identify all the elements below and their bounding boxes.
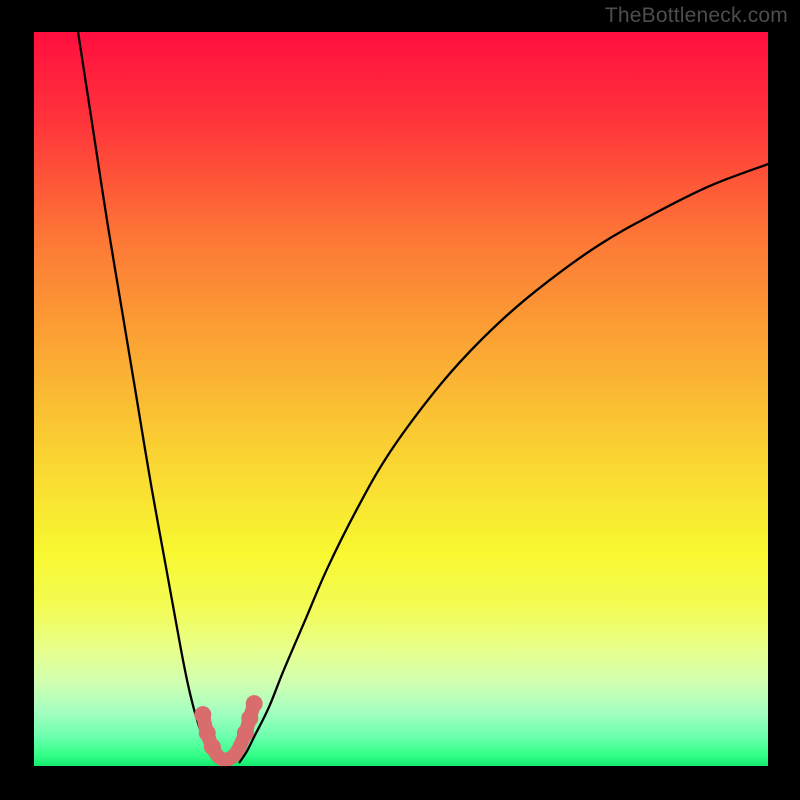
gradient-rect — [34, 32, 768, 766]
bottleneck-chart — [34, 32, 768, 766]
app-frame: TheBottleneck.com — [0, 0, 800, 800]
plot-area — [34, 32, 768, 766]
watermark-text: TheBottleneck.com — [605, 4, 788, 28]
